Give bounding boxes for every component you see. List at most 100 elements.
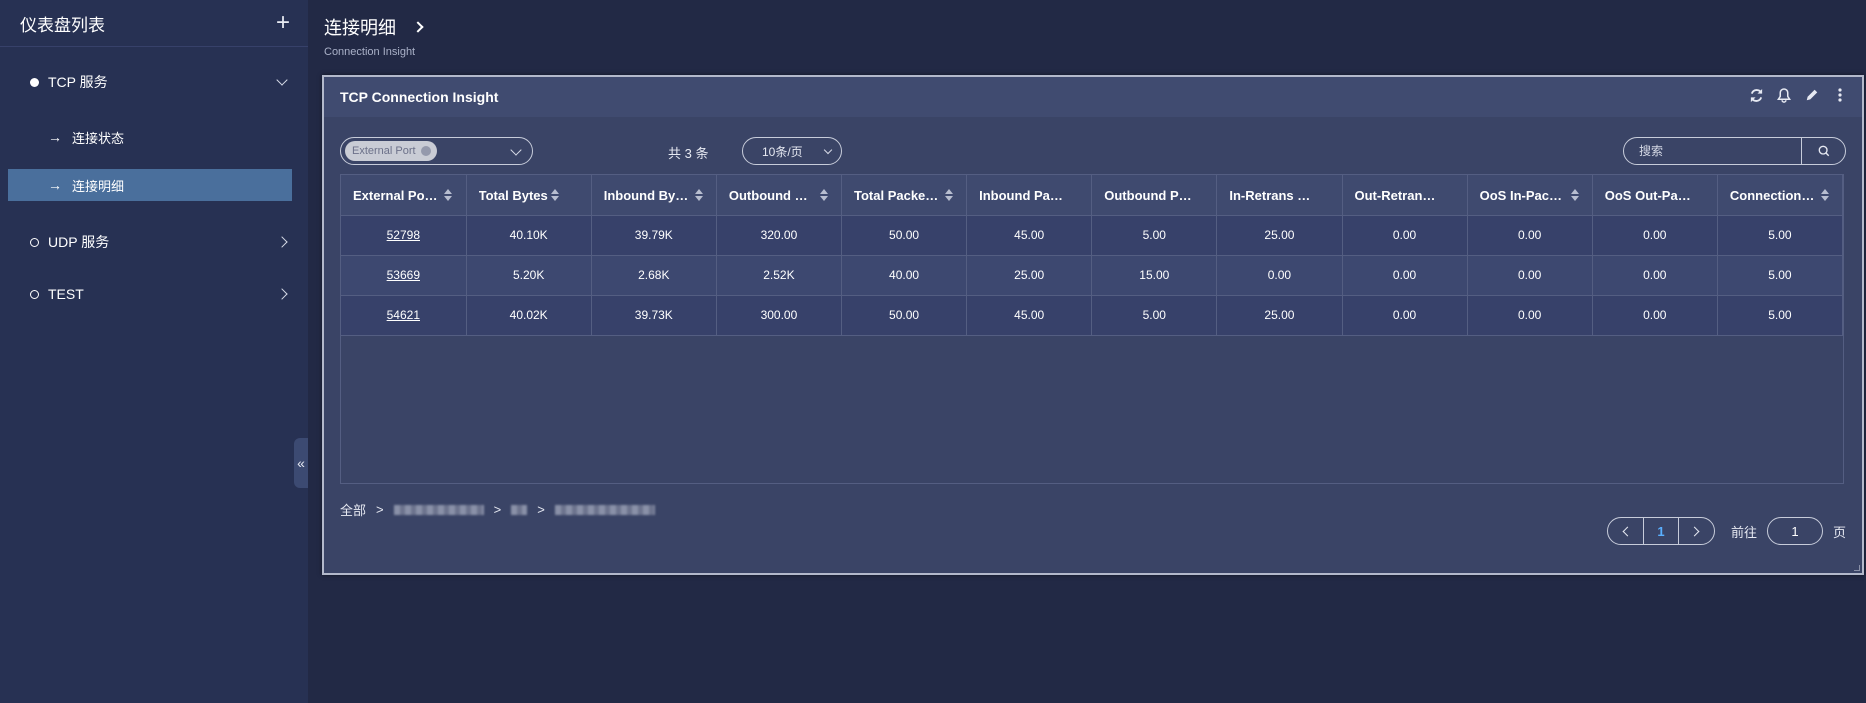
table-controls: External Port 共 3 条 10条/页: [340, 137, 1846, 167]
column-header[interactable]: Connections ...: [1717, 175, 1844, 216]
table-cell: 5.00: [1717, 215, 1844, 256]
page-unit: 页: [1832, 524, 1846, 540]
search-input[interactable]: [1624, 138, 1801, 164]
next-page-button[interactable]: [1679, 518, 1714, 544]
column-header[interactable]: Outbound Byt...: [716, 175, 843, 216]
pagination-box: 1: [1606, 517, 1715, 545]
column-header[interactable]: In-Retrans Pa...: [1216, 175, 1343, 216]
table-cell: 5.00: [1091, 295, 1218, 336]
sidebar-item-connection-detail[interactable]: → 连接明细: [8, 169, 292, 201]
table-cell: 0.00: [1467, 215, 1593, 256]
chevron-left-icon: [1622, 526, 1633, 536]
port-link[interactable]: 54621: [387, 308, 420, 322]
sidebar-group-test[interactable]: TEST: [0, 269, 308, 319]
table-cell: 320.00: [716, 215, 843, 256]
current-page[interactable]: 1: [1643, 518, 1679, 544]
table-row: 52798 40.10K 39.79K 320.00 50.00 45.00 5…: [341, 215, 1844, 256]
table-cell: 50.00: [841, 215, 968, 256]
chevron-down-icon: [823, 145, 833, 155]
column-header[interactable]: Outbound Pac...: [1091, 175, 1218, 216]
table-cell: 0.00: [1216, 255, 1343, 296]
column-header[interactable]: OoS Out-Pack...: [1592, 175, 1718, 216]
page-subtitle: Connection Insight: [324, 46, 416, 58]
column-header[interactable]: Out-Retrans P...: [1342, 175, 1468, 216]
table-cell: 0.00: [1467, 295, 1593, 336]
sort-icon[interactable]: [550, 189, 559, 202]
edit-icon[interactable]: [1804, 88, 1820, 106]
table-cell: 0.00: [1342, 255, 1468, 296]
sidebar-group-label: TEST: [48, 286, 84, 302]
bell-icon[interactable]: [1776, 87, 1792, 107]
page-header: 连接明细 Connection Insight: [324, 14, 424, 58]
table-header-row: External Port ... Total Bytes Inbound By…: [341, 175, 1844, 216]
table-cell: 0.00: [1592, 215, 1718, 256]
table-cell: 40.02K: [466, 295, 592, 336]
port-link[interactable]: 53669: [387, 268, 420, 282]
table-cell: 0.00: [1592, 295, 1718, 336]
column-header[interactable]: Inbound Bytes...: [591, 175, 717, 216]
data-table: External Port ... Total Bytes Inbound By…: [340, 174, 1844, 484]
search-box: [1623, 137, 1846, 165]
search-button[interactable]: [1801, 138, 1845, 164]
table-cell: 39.73K: [591, 295, 717, 336]
table-cell: 25.00: [966, 255, 1093, 296]
sort-icon[interactable]: [444, 189, 452, 202]
refresh-icon[interactable]: [1748, 88, 1764, 107]
column-header[interactable]: OoS In-Packet...: [1467, 175, 1593, 216]
sidebar-group-tcp[interactable]: TCP 服务: [0, 55, 308, 109]
total-count: 共 3 条: [668, 146, 709, 161]
plus-icon[interactable]: +: [276, 11, 290, 35]
table-cell: 40.10K: [466, 215, 592, 256]
close-icon[interactable]: [420, 146, 431, 156]
page-size-select[interactable]: 10条/页: [742, 137, 842, 165]
prev-page-button[interactable]: [1608, 518, 1643, 544]
sidebar-group-label: TCP 服务: [48, 74, 108, 90]
sidebar-title: 仪表盘列表: [20, 15, 105, 35]
sidebar-item-connection-status[interactable]: → 连接状态: [8, 121, 292, 153]
circle-icon: [30, 237, 39, 247]
sort-icon[interactable]: [819, 189, 828, 202]
column-header[interactable]: Total Bytes: [466, 175, 592, 216]
column-header[interactable]: Total Packets ...: [841, 175, 968, 216]
circle-icon: [30, 289, 39, 299]
chevron-right-icon[interactable]: [412, 21, 424, 33]
sidebar-header: 仪表盘列表 +: [0, 0, 308, 47]
breadcrumb-separator: >: [376, 502, 384, 517]
port-link[interactable]: 52798: [387, 228, 420, 242]
chevron-down-icon: [276, 74, 288, 86]
table-cell: 2.52K: [716, 255, 843, 296]
sort-icon[interactable]: [1570, 189, 1579, 202]
table-cell: 52798: [341, 215, 467, 256]
breadcrumb-separator: >: [537, 502, 545, 517]
more-icon[interactable]: [1832, 88, 1848, 106]
table-cell: 15.00: [1091, 255, 1218, 296]
pagination: 1 前往 页: [1606, 517, 1846, 545]
resize-handle[interactable]: [1854, 565, 1860, 571]
column-header[interactable]: Inbound Pack...: [966, 175, 1093, 216]
goto-page-input[interactable]: [1766, 517, 1823, 545]
sidebar: 仪表盘列表 + TCP 服务 → 连接状态 → 连接明细 UDP 服务 TEST: [0, 0, 308, 703]
filter-tag: External Port: [345, 141, 437, 161]
sidebar-group-udp[interactable]: UDP 服务: [0, 215, 308, 269]
breadcrumb-root[interactable]: 全部: [340, 500, 366, 519]
table-cell: 39.79K: [591, 215, 717, 256]
sort-icon[interactable]: [1820, 189, 1829, 202]
connection-insight-panel: TCP Connection Insight External Port 共 3…: [322, 75, 1864, 575]
chevron-right-icon: [1689, 526, 1700, 536]
sort-icon[interactable]: [694, 189, 703, 202]
table-cell: 2.68K: [591, 255, 717, 296]
table-cell: 0.00: [1592, 255, 1718, 296]
column-header[interactable]: External Port ...: [341, 175, 467, 216]
filter-select[interactable]: External Port: [340, 137, 533, 165]
collapse-sidebar-button[interactable]: «: [294, 438, 308, 488]
table-cell: 25.00: [1216, 215, 1343, 256]
table-row: 54621 40.02K 39.73K 300.00 50.00 45.00 5…: [341, 295, 1844, 336]
redacted-crumb[interactable]: [511, 504, 528, 515]
dot-icon: [30, 77, 39, 87]
panel-toolbar: [1748, 87, 1848, 107]
table-cell: 5.00: [1717, 255, 1844, 296]
redacted-crumb[interactable]: [554, 504, 655, 515]
redacted-crumb[interactable]: [393, 504, 484, 515]
sort-icon[interactable]: [945, 189, 953, 202]
panel-header: TCP Connection Insight: [324, 77, 1862, 117]
